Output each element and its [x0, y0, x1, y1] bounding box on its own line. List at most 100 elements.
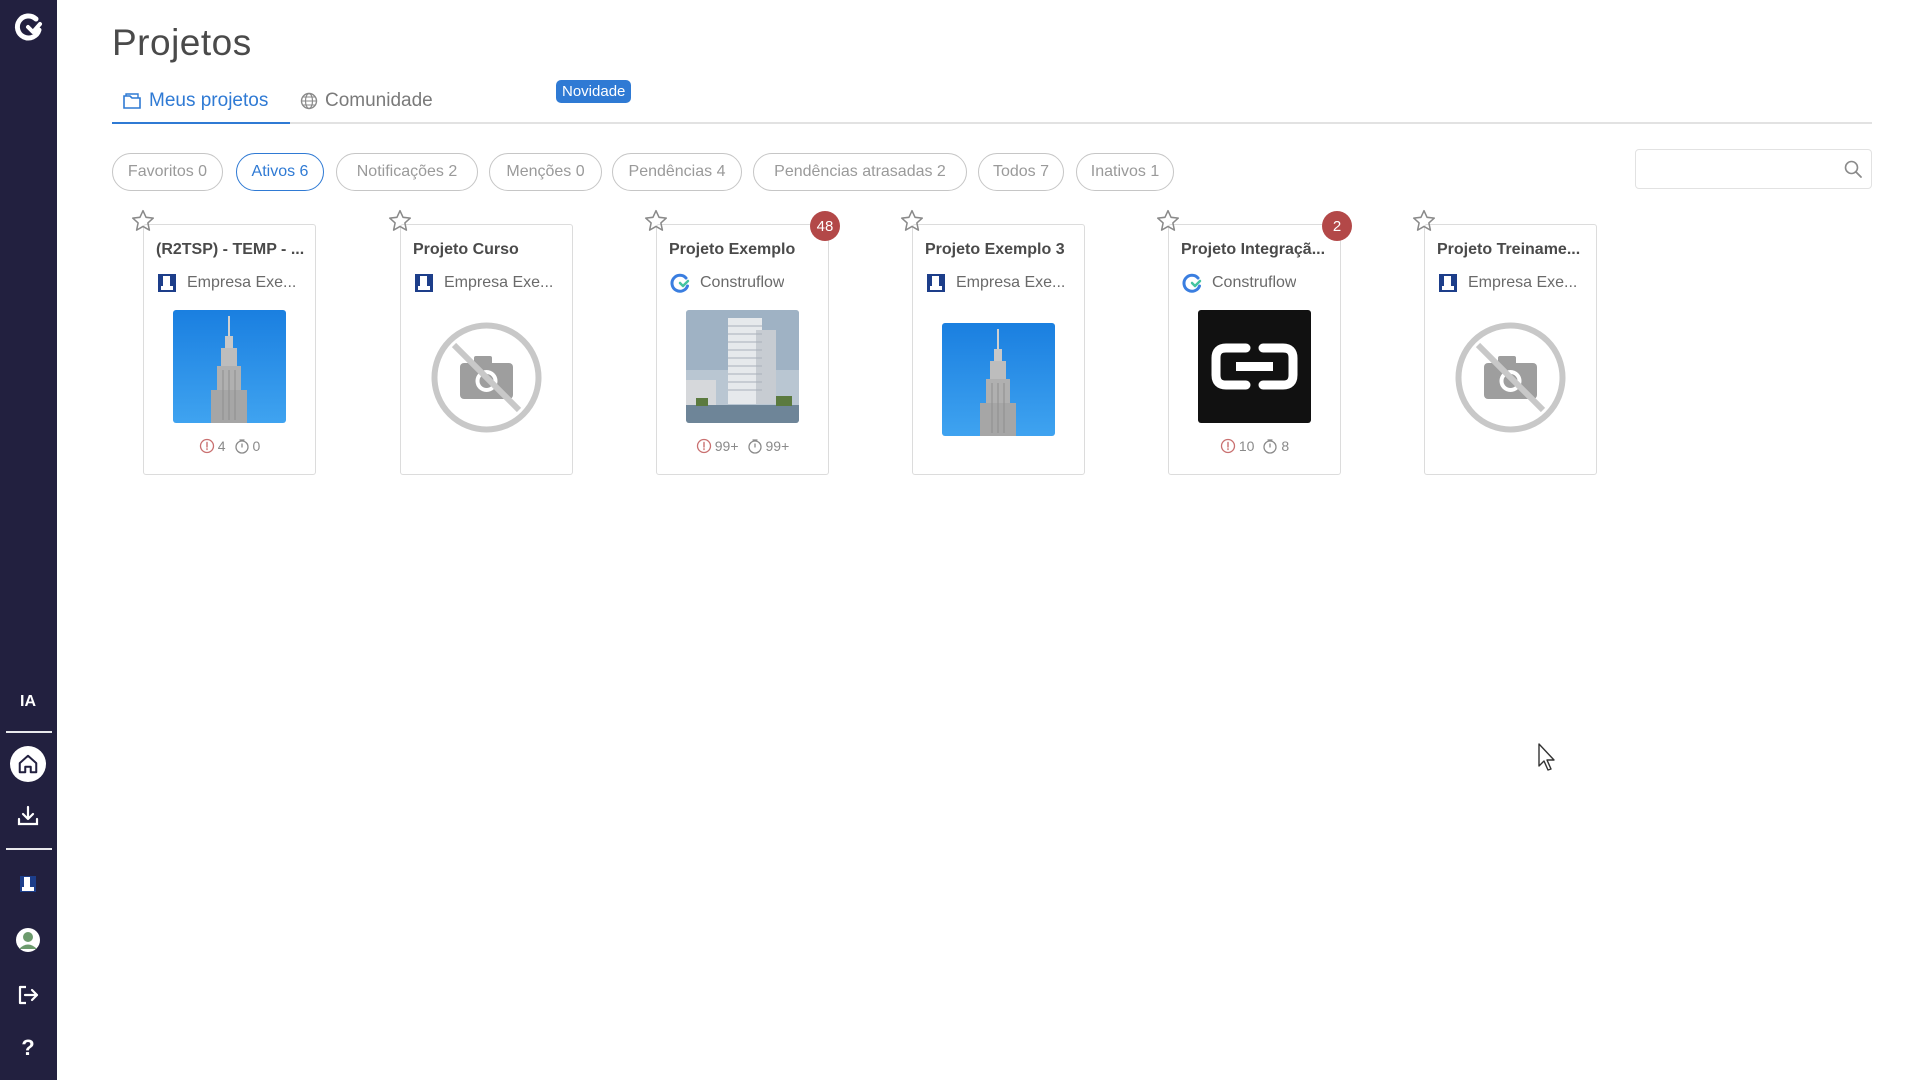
- project-name: Projeto Exemplo 3: [925, 241, 1065, 258]
- home-button[interactable]: [10, 746, 46, 782]
- project-stats: 10 8: [1169, 438, 1340, 454]
- filter-mencoes[interactable]: Menções 0: [489, 153, 602, 191]
- project-company: Construflow: [669, 272, 824, 294]
- search-box: [1635, 149, 1872, 189]
- notification-badge: 2: [1322, 211, 1352, 241]
- project-card[interactable]: (R2TSP) - TEMP - ... Empresa Exe... 4 0: [131, 209, 316, 475]
- project-card[interactable]: 48 Projeto Exemplo Construflow 99+ 99+: [644, 209, 840, 475]
- project-stats: 4 0: [144, 438, 315, 454]
- notification-badge: 48: [810, 211, 840, 241]
- pending-count: 99+: [714, 438, 739, 454]
- help-button[interactable]: ?: [8, 1028, 48, 1068]
- project-thumbnail: [686, 310, 799, 423]
- timer-icon: [747, 439, 762, 454]
- pending-count: 4: [217, 438, 226, 454]
- tab-meus-projetos[interactable]: Meus projetos: [122, 90, 268, 112]
- logout-button[interactable]: [8, 975, 48, 1015]
- pending-stat: 10: [1220, 438, 1255, 454]
- project-card[interactable]: Projeto Treiname... Empresa Exe...: [1412, 209, 1597, 475]
- late-stat: 99+: [747, 438, 789, 454]
- construflow-logo-icon[interactable]: [10, 10, 46, 46]
- company-button[interactable]: [8, 864, 48, 904]
- pending-count: 10: [1238, 438, 1255, 454]
- tab-label: Meus projetos: [149, 90, 269, 111]
- building-icon: [20, 876, 36, 892]
- alert-circle-icon: [199, 438, 214, 454]
- link-logo-image: [1198, 310, 1311, 423]
- project-name: Projeto Treiname...: [1437, 241, 1581, 258]
- star-icon[interactable]: [899, 208, 925, 234]
- skyscraper-image: [942, 323, 1055, 436]
- home-icon: [18, 754, 38, 774]
- project-name: Projeto Curso: [413, 241, 519, 258]
- filter-todos[interactable]: Todos 7: [978, 153, 1064, 191]
- late-count: 0: [252, 438, 261, 454]
- building-icon: [415, 274, 433, 292]
- project-thumbnail: [942, 323, 1055, 436]
- tower-render-image: [686, 310, 799, 423]
- pending-stat: 99+: [696, 438, 739, 454]
- filter-ativos[interactable]: Ativos 6: [236, 153, 324, 191]
- avatar: [16, 928, 40, 952]
- project-company: Empresa Exe...: [156, 272, 311, 294]
- timer-icon: [1263, 439, 1278, 454]
- search-icon[interactable]: [1843, 159, 1863, 179]
- new-feature-badge: Novidade: [556, 80, 632, 103]
- filter-favoritos[interactable]: Favoritos 0: [112, 153, 223, 191]
- sidebar-divider: [6, 848, 52, 850]
- download-button[interactable]: [8, 796, 48, 836]
- alert-circle-icon: [1220, 438, 1235, 454]
- project-stats: 99+ 99+: [657, 438, 828, 454]
- page-title: Projetos: [112, 22, 252, 63]
- project-company: Empresa Exe...: [925, 272, 1080, 294]
- no-photo-icon: [1454, 321, 1567, 434]
- construflow-logo-icon: [1182, 273, 1202, 293]
- building-icon: [1439, 274, 1457, 292]
- pending-stat: 4: [199, 438, 226, 454]
- company-name: Empresa Exe...: [187, 274, 297, 291]
- project-company: Construflow: [1181, 272, 1336, 294]
- sidebar-divider: [6, 731, 52, 733]
- download-icon: [17, 805, 39, 826]
- search-input[interactable]: [1646, 150, 1836, 186]
- active-tab-indicator: [112, 122, 290, 124]
- company-name: Construflow: [1212, 274, 1297, 291]
- logout-icon: [18, 985, 39, 1005]
- late-count: 8: [1281, 438, 1290, 454]
- globe-icon: [300, 92, 318, 110]
- filter-inativos[interactable]: Inativos 1: [1076, 153, 1174, 191]
- project-company: Empresa Exe...: [413, 272, 568, 294]
- project-name: (R2TSP) - TEMP - ...: [156, 241, 305, 258]
- alert-circle-icon: [696, 438, 711, 454]
- company-name: Empresa Exe...: [956, 274, 1066, 291]
- tab-comunidade[interactable]: Comunidade: [300, 90, 433, 112]
- company-name: Empresa Exe...: [444, 274, 554, 291]
- late-stat: 0: [234, 438, 261, 454]
- star-icon[interactable]: [130, 208, 156, 234]
- star-icon[interactable]: [643, 208, 669, 234]
- tabs-bar: Meus projetos Comunidade Novidade: [112, 80, 1872, 124]
- project-card[interactable]: 2 Projeto Integraçã... Construflow 10 8: [1156, 209, 1352, 475]
- ai-assistant-button[interactable]: IA: [8, 682, 48, 722]
- filter-notificacoes[interactable]: Notificações 2: [336, 153, 478, 191]
- company-name: Construflow: [700, 274, 785, 291]
- ai-label: IA: [20, 693, 36, 710]
- project-card[interactable]: Projeto Curso Empresa Exe...: [388, 209, 573, 475]
- project-thumbnail: [173, 310, 286, 423]
- skyscraper-image: [173, 310, 286, 423]
- building-icon: [927, 274, 945, 292]
- tab-label: Comunidade: [325, 90, 433, 111]
- building-icon: [158, 274, 176, 292]
- star-icon[interactable]: [1411, 208, 1437, 234]
- filter-pendencias[interactable]: Pendências 4: [612, 153, 742, 191]
- late-stat: 8: [1262, 438, 1289, 454]
- project-name: Projeto Exemplo: [669, 241, 796, 258]
- sidebar: IA ?: [0, 0, 57, 1080]
- project-card[interactable]: Projeto Exemplo 3 Empresa Exe...: [900, 209, 1085, 475]
- folder-icon: [123, 93, 141, 109]
- project-company: Empresa Exe...: [1437, 272, 1592, 294]
- star-icon[interactable]: [387, 208, 413, 234]
- user-profile-button[interactable]: [8, 920, 48, 960]
- filter-pendencias-atrasadas[interactable]: Pendências atrasadas 2: [753, 153, 967, 191]
- star-icon[interactable]: [1155, 208, 1181, 234]
